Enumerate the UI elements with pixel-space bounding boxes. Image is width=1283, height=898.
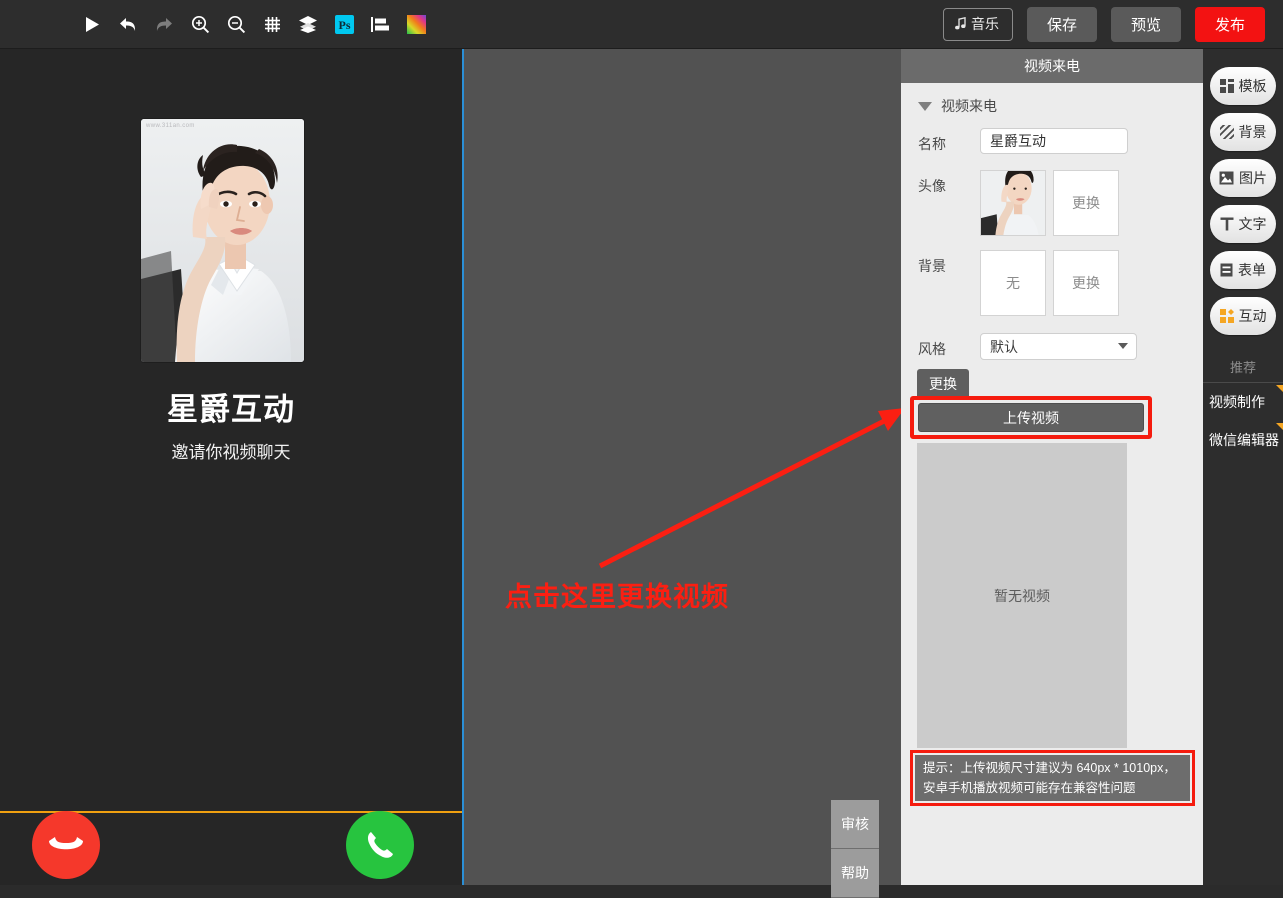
caller-avatar[interactable]: www.311an.com [141,119,304,362]
hatch-pattern-icon [1220,125,1234,139]
app-root: Ps [0,0,1283,885]
avatar-row: 头像 更换 [901,158,1203,236]
recommend-label: 推荐 [1203,357,1283,383]
top-toolbar: Ps [0,0,1283,49]
zoom-out-icon[interactable] [218,8,254,40]
save-button[interactable]: 保存 [1027,7,1097,42]
sidebar-item-interaction[interactable]: 互动 [1210,297,1276,335]
sidebar-item-label: 文字 [1239,214,1267,234]
phone-hangup-icon [32,811,100,879]
review-button[interactable]: 审核 [831,800,879,849]
preview-button[interactable]: 预览 [1111,7,1181,42]
background-replace-button[interactable]: 更换 [1053,250,1119,316]
redo-icon[interactable] [146,8,182,40]
right-sidebar: 模板 背景 图片 文字 表单 [1203,49,1283,885]
editor-canvas[interactable] [464,49,901,885]
music-note-icon [955,17,966,30]
avatar-thumbnail[interactable] [980,170,1046,236]
toolbar-actions: 音乐 保存 预览 发布 [943,7,1265,42]
chevron-down-icon [918,102,932,111]
sidebar-item-label: 互动 [1239,306,1267,326]
picture-icon [1219,171,1234,185]
avatar-replace-button[interactable]: 更换 [1053,170,1119,236]
panel-header-title: 视频来电 [901,49,1203,83]
tip-line-1: 提示：上传视频尺寸建议为 640px * 1010px， [923,758,1182,778]
sidebar-item-text[interactable]: 文字 [1210,205,1276,243]
gradient-icon[interactable] [398,8,434,40]
reject-call-button[interactable]: 拒绝 [16,811,116,885]
caller-subtitle: 邀请你视频聊天 [0,438,462,463]
link-label: 视频制作 [1209,394,1265,410]
grid-icon[interactable] [254,8,290,40]
answer-call-button[interactable]: 接听 [330,811,430,885]
phone-answer-icon [346,811,414,879]
upload-video-button[interactable]: 上传视频 [918,403,1144,432]
help-button[interactable]: 帮助 [831,849,879,898]
sidebar-item-label: 表单 [1238,260,1266,280]
music-label: 音乐 [971,14,999,34]
link-wechat-editor[interactable]: 微信编辑器 [1203,421,1283,459]
corner-flag-icon [1276,423,1283,434]
background-none-button[interactable]: 无 [980,250,1046,316]
form-lines-icon [1220,263,1233,277]
play-icon[interactable] [74,8,110,40]
tip-line-2: 安卓手机播放视频可能存在兼容性问题 [923,778,1182,798]
sidebar-item-form[interactable]: 表单 [1210,251,1276,289]
sidebar-item-background[interactable]: 背景 [1210,113,1276,151]
tip-box: 提示：上传视频尺寸建议为 640px * 1010px， 安卓手机播放视频可能存… [915,755,1190,801]
link-label: 微信编辑器 [1209,432,1279,448]
corner-flag-icon [1276,385,1283,396]
toolbar-icon-group: Ps [74,8,434,40]
music-button[interactable]: 音乐 [943,8,1013,41]
floating-buttons: 审核 帮助 [831,800,879,898]
undo-icon[interactable] [110,8,146,40]
ringtone-replace-button[interactable]: 更换 [917,369,969,399]
sidebar-item-image[interactable]: 图片 [1210,159,1276,197]
layers-icon[interactable] [290,8,326,40]
zoom-in-icon[interactable] [182,8,218,40]
phone-preview: www.311an.com 星爵互动 邀请你视频聊天 拒绝 接听 [0,49,462,885]
panel-section-header[interactable]: 视频来电 [901,83,1203,124]
style-label: 风格 [918,333,980,359]
sidebar-item-label: 模板 [1239,76,1267,96]
sidebar-item-label: 背景 [1239,122,1267,142]
caller-name: 星爵互动 [0,384,462,429]
sidebar-item-label: 图片 [1239,168,1267,188]
svg-text:Ps: Ps [338,18,350,32]
avatar-watermark: www.311an.com [146,123,195,129]
interaction-squares-icon [1220,309,1234,323]
name-label: 名称 [918,128,980,154]
grid-squares-icon [1220,79,1234,93]
style-select[interactable]: 默认 [980,333,1137,360]
photoshop-icon[interactable]: Ps [326,8,362,40]
avatar-photo [141,119,304,362]
text-t-icon [1220,217,1234,231]
align-left-icon[interactable] [362,8,398,40]
name-input[interactable] [980,128,1128,154]
style-select-wrap: 默认 [980,333,1137,360]
chevron-down-icon [1118,343,1128,349]
sidebar-item-template[interactable]: 模板 [1210,67,1276,105]
panel-section-label: 视频来电 [941,96,997,116]
avatar-label: 头像 [918,170,980,196]
canvas-divider [462,49,464,885]
name-row: 名称 [901,124,1203,158]
video-placeholder[interactable]: 暂无视频 [917,443,1127,748]
background-label: 背景 [918,250,980,276]
annotation-text: 点击这里更换视频 [505,575,805,614]
background-row: 背景 无 更换 [901,236,1203,316]
publish-button[interactable]: 发布 [1195,7,1265,42]
style-row: 风格 默认 [901,316,1203,363]
link-video-production[interactable]: 视频制作 [1203,383,1283,421]
